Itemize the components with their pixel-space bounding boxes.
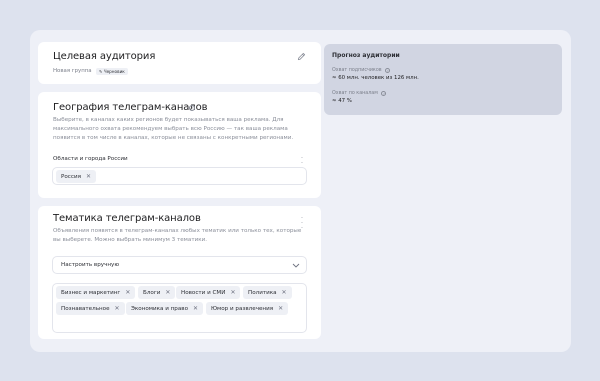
pencil-icon[interactable] — [297, 52, 306, 61]
topics-mode-value: Настроить вручную — [61, 262, 120, 268]
info-icon[interactable]: ? — [385, 68, 391, 73]
region-tag-label: Россия — [61, 173, 81, 180]
topics-title: Тематика телеграм-каналов — [53, 213, 201, 224]
channels-label: Охват по каналам ? — [332, 91, 387, 96]
group-label: Новая группа — [53, 68, 92, 74]
subscribers-label: Охват подписчиков ? — [332, 68, 391, 73]
geography-card: География телеграм-каналов ? Выберите, в… — [38, 92, 321, 198]
topic-tag[interactable]: Политика ✕ — [243, 286, 292, 299]
topic-tag[interactable]: Юмор и развлечения ✕ — [206, 302, 289, 315]
forecast-panel: Прогноз аудитории Охват подписчиков ? ≈ … — [324, 44, 562, 115]
topics-tags-field[interactable]: Бизнес и маркетинг ✕ Блоги ✕ Новости и СМИ… — [52, 283, 307, 333]
close-icon[interactable]: ✕ — [230, 289, 235, 296]
audience-title: Целевая аудитория — [53, 51, 156, 62]
topics-mode-select[interactable]: Настроить вручную — [52, 256, 307, 274]
geography-description: Выберите, в каналах каких регионов будет… — [53, 117, 294, 141]
close-icon[interactable]: ✕ — [86, 173, 91, 180]
close-icon[interactable]: ✕ — [278, 305, 283, 312]
region-tag[interactable]: Россия ✕ — [56, 170, 96, 183]
draft-badge: ✎ Черновик — [96, 68, 128, 75]
topic-tag[interactable]: Экономика и право ✕ — [126, 302, 204, 315]
chevron-down-icon[interactable] — [292, 262, 300, 269]
info-icon[interactable]: ? — [189, 105, 195, 111]
topic-tag[interactable]: Бизнес и маркетинг ✕ — [56, 286, 136, 299]
regions-field-label: Области и города России — [53, 156, 128, 162]
pencil-icon: ✎ — [99, 69, 103, 74]
close-icon[interactable]: ✕ — [115, 305, 120, 312]
topics-card: Тематика телеграм-каналов · · · Объявления… — [38, 206, 321, 339]
topics-description: Объявления появятся в телеграм-каналах л… — [53, 228, 302, 243]
draft-badge-label: Черновик — [103, 69, 125, 74]
topic-tag[interactable]: Новости и СМИ ✕ — [176, 286, 241, 299]
subscribers-value: ≈ 60 млн. человек из 126 млн. — [332, 75, 419, 81]
geography-title: География телеграм-каналов — [53, 102, 208, 113]
audience-card: Целевая аудитория Новая группа ✎ Чернови… — [38, 42, 321, 84]
channels-value: ≈ 47 % — [332, 98, 352, 104]
forecast-title: Прогноз аудитории — [332, 52, 400, 59]
regions-field[interactable]: Россия ✕ — [52, 167, 307, 185]
close-icon[interactable]: ✕ — [282, 289, 287, 296]
close-icon[interactable]: ✕ — [193, 305, 198, 312]
info-icon[interactable]: ? — [381, 91, 387, 96]
topic-tag[interactable]: Познавательное ✕ — [56, 302, 125, 315]
topic-tag[interactable]: Блоги ✕ — [138, 286, 176, 299]
close-icon[interactable]: ✕ — [165, 289, 170, 296]
close-icon[interactable]: ✕ — [125, 289, 130, 296]
